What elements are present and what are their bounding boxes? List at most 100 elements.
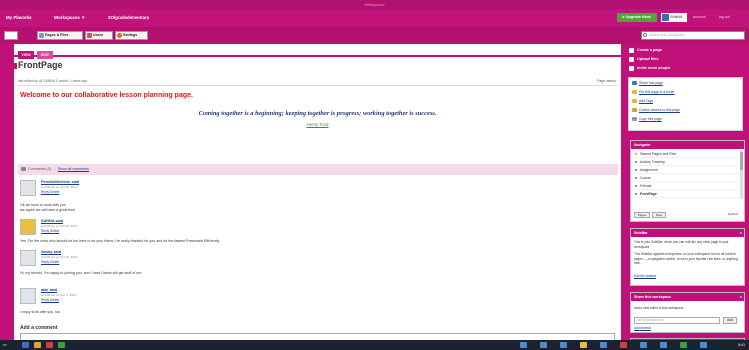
app-icon[interactable] [620, 342, 627, 348]
quote-author-link[interactable]: Henry Ford [14, 122, 621, 127]
share-text: Add a new editor to this workspace [634, 306, 684, 310]
app-icon[interactable] [680, 342, 687, 348]
app-icon[interactable] [700, 342, 707, 348]
app-icon[interactable] [58, 342, 65, 348]
top-navigation-bar: My Pbworks Workspaces ▼ 3Olgradedementar… [0, 9, 749, 27]
edit-sidebar-link[interactable]: Edit the sidebar [634, 274, 742, 279]
tab-edit[interactable]: EDIT [37, 51, 53, 59]
tab-view[interactable]: VIEW [18, 51, 34, 59]
page-history-link[interactable]: Page history [597, 79, 616, 83]
comment-author[interactable]: SANNA said [41, 219, 63, 223]
add-editor-button[interactable]: Add [723, 317, 737, 324]
avatar [20, 250, 36, 266]
share-page-link[interactable]: Share this page [632, 80, 663, 86]
copy-page-link[interactable]: Copy this page [632, 116, 662, 122]
users-icon [87, 33, 92, 38]
show-all-comments-link[interactable]: Show all comments [58, 167, 89, 171]
invite-email-input[interactable]: user@domain.com [634, 317, 720, 324]
nav-item-frontpage[interactable]: FrontPage [634, 191, 739, 198]
app-icon[interactable] [600, 342, 607, 348]
search-placeholder: Search this workspace [649, 33, 686, 37]
app-icon[interactable] [580, 342, 587, 348]
app-icon[interactable] [660, 342, 667, 348]
add-tags-link[interactable]: Add Tags [632, 98, 653, 104]
comment-textarea[interactable] [20, 333, 615, 340]
folder-icon[interactable] [34, 342, 41, 348]
user-menu[interactable]: SANNA [661, 13, 687, 22]
workspaces-menu[interactable]: Workspaces ▼ [54, 14, 85, 22]
page-title: FrontPage [18, 60, 63, 70]
comment-item: Pencildlthefresh said at 8:04 am on Oct … [20, 180, 220, 200]
tab-label: Pages & Files [45, 33, 69, 37]
files-toggle-button[interactable]: Files [652, 212, 666, 218]
nav-item-course[interactable]: Course [634, 175, 739, 182]
avatar [20, 180, 36, 196]
tab-label: Settings [123, 33, 138, 37]
tab-pages-files[interactable]: Pages & Files [37, 31, 83, 40]
folder-icon [632, 90, 637, 94]
app-icon[interactable] [560, 342, 567, 348]
navigator-options-link[interactable]: Options [723, 212, 743, 218]
nav-item-activity[interactable]: Activity Tracking [634, 159, 739, 166]
account-link[interactable]: account [693, 13, 706, 22]
last-edited-text: last edited by @ SANNA 1 month, 1 week a… [18, 79, 88, 83]
comment-reply-link[interactable]: Reply Delete [41, 298, 59, 302]
close-icon[interactable]: × [740, 229, 742, 237]
bullet-icon [635, 185, 637, 187]
link-label: Put this page in a folder [639, 90, 675, 94]
panel-title: SideBar × [631, 229, 744, 237]
tab-settings[interactable]: Settings [115, 31, 148, 40]
log-out-link[interactable]: log out [719, 13, 730, 22]
navigator-scrollbar[interactable] [740, 150, 743, 199]
upload-files-button[interactable]: Upload files [629, 56, 659, 62]
add-comment-heading: Add a comment [20, 325, 58, 331]
nav-label: Course [640, 176, 651, 180]
nav-item-starred[interactable]: Starred Pages and Files [634, 151, 739, 158]
close-icon[interactable]: × [740, 293, 742, 301]
pages-toggle-button[interactable]: Pages [634, 212, 650, 218]
comment-reply-link[interactable]: Reply Delete [41, 229, 59, 233]
access-control-link[interactable]: Control access to this page [632, 107, 680, 113]
comment-author[interactable]: Pencildlthefresh said [41, 180, 79, 184]
nav-label: Activity Tracking [640, 160, 665, 164]
comment-body: Hi, my friends, I'm happy to joining you… [20, 271, 143, 275]
lock-icon [632, 108, 637, 112]
add-several-link[interactable]: Add several [634, 326, 742, 331]
comment-item: alae said at 9:04 am on Nov 1, 2010 Repl… [20, 288, 220, 308]
scrollbar-thumb[interactable] [740, 152, 743, 170]
navigator-panel: Navigator Starred Pages and Files Activi… [630, 140, 745, 222]
nav-label: Assignment [640, 168, 658, 172]
invite-people-button[interactable]: Invite more people [629, 65, 671, 71]
comment-author[interactable]: alae said [41, 288, 57, 292]
comment-author[interactable]: Sandy said [41, 250, 61, 254]
site-name-link[interactable]: 3Olgradedementary [108, 14, 149, 22]
folder-page-link[interactable]: Put this page in a folder [632, 89, 675, 95]
nav-label: FrontPage [640, 192, 657, 196]
tab-users[interactable]: Users [85, 31, 113, 40]
bullet-icon [635, 177, 637, 179]
app-icon[interactable] [640, 342, 647, 348]
search-input[interactable]: Search this workspace [641, 31, 745, 40]
nav-item-friends[interactable]: Friends [634, 183, 739, 190]
sidebar-text: This SideBar appears everywhere on your … [634, 252, 739, 266]
panel-title: Navigator [631, 141, 744, 149]
create-page-button[interactable]: Create a page [629, 47, 662, 53]
comment-reply-link[interactable]: Reply Delete [41, 260, 59, 264]
start-button[interactable]: ▪▪▪ [3, 341, 17, 349]
upgrade-now-button[interactable]: ▸ Upgrade Now! [617, 13, 657, 22]
my-pbworks-link[interactable]: My Pbworks [6, 14, 32, 22]
comment-date: at 8:04 am on Oct 30, 2010 [41, 224, 78, 228]
app-icon[interactable] [46, 342, 53, 348]
app-icon[interactable] [520, 342, 527, 348]
avatar [20, 288, 36, 304]
workspace-toolbar: Pages & Files Users Settings Search this… [0, 27, 749, 44]
app-icon[interactable] [540, 342, 547, 348]
comment-reply-link[interactable]: Reply Delete [41, 190, 59, 194]
browser-icon[interactable] [22, 342, 29, 348]
sidebar-text: This is your SideBar, which you can edit… [634, 240, 729, 249]
navigator-title: Navigator [634, 143, 651, 147]
nav-item-assignment[interactable]: Assignment [634, 167, 739, 174]
wiki-home-icon[interactable] [4, 31, 18, 40]
comment-body: I enjoy to lik with you, too. [20, 310, 62, 314]
document-icon [39, 33, 44, 38]
